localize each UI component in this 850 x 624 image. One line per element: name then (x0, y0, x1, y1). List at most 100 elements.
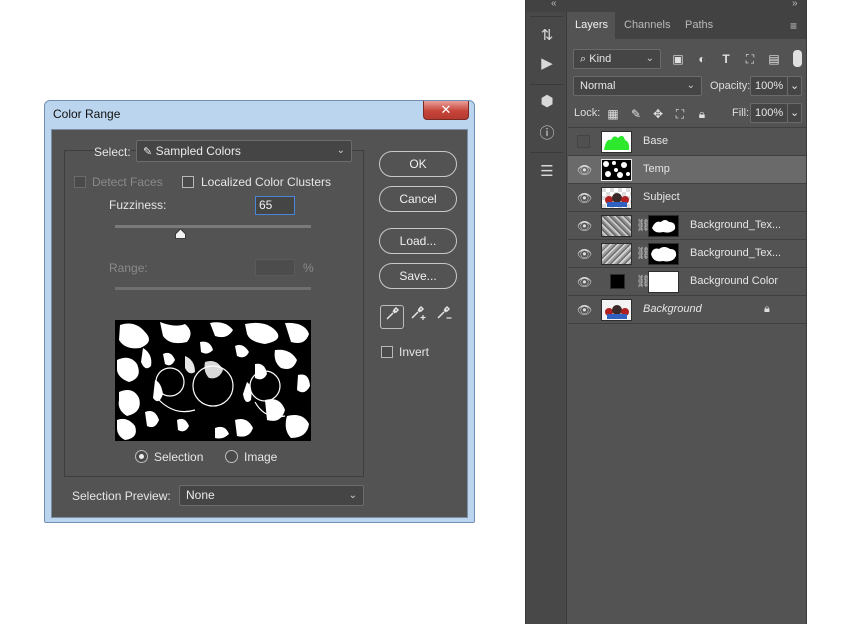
blend-mode-value: Normal (580, 80, 616, 92)
panel-tabs: Layers Channels Paths ≡ (568, 12, 806, 39)
fill-chevron-icon[interactable]: ⌄ (787, 103, 802, 123)
selection-preview-value: None (186, 488, 215, 502)
layers-panel: Layers Channels Paths ≡ ⌕ Kind ⌄ ▣ ◐ T ⛶… (568, 12, 806, 624)
layer-row[interactable]: 👁︎ ⛓︎ Background_Tex... (568, 240, 806, 268)
filter-shape-icon[interactable]: ⛶ (742, 51, 758, 67)
eye-icon[interactable]: 👁︎ (577, 303, 592, 317)
tab-layers[interactable]: Layers (568, 12, 616, 39)
visibility-toggle[interactable] (577, 135, 590, 148)
layer-name: Temp (643, 163, 670, 175)
layer-name: Base (643, 135, 669, 147)
layer-mask-thumbnail (648, 215, 679, 237)
collapse-right-icon[interactable]: » (792, 0, 798, 9)
range-slider-track[interactable] (115, 287, 311, 290)
lock-paint-icon[interactable]: ✎ (628, 106, 644, 122)
lock-icon: 🔒︎ (764, 303, 770, 315)
panel-dock-header: « » (526, 0, 806, 12)
eyedropper-minus-icon[interactable] (433, 305, 457, 329)
layer-name: Background_Tex... (690, 219, 782, 231)
detect-faces-checkbox[interactable] (74, 176, 86, 188)
layer-row[interactable]: 👁︎ Temp (568, 156, 806, 184)
layer-thumbnail (601, 215, 632, 237)
eye-icon[interactable]: 👁︎ (577, 247, 592, 261)
fuzziness-input[interactable]: 65 (255, 196, 295, 215)
chevron-down-icon: ⌄ (348, 490, 357, 501)
close-button[interactable]: ✕ (423, 101, 469, 120)
layer-mask-thumbnail (648, 243, 679, 265)
layer-name: Subject (643, 191, 680, 203)
selection-preview-label: Selection Preview: (72, 489, 171, 503)
history-icon[interactable]: ⇅ (534, 24, 560, 48)
chevron-down-icon: ⌄ (336, 145, 345, 156)
filter-type-icon[interactable]: T (718, 51, 734, 67)
selection-preview-image (115, 320, 311, 441)
eye-icon[interactable]: 👁︎ (577, 191, 592, 205)
fuzziness-slider-thumb[interactable] (174, 228, 186, 242)
localized-clusters-checkbox[interactable] (182, 176, 194, 188)
collapse-left-icon[interactable]: « (551, 0, 557, 9)
selection-preview-dropdown[interactable]: None ⌄ (179, 485, 364, 506)
eye-icon[interactable]: 👁︎ (577, 163, 592, 177)
fuzziness-slider-track[interactable] (115, 225, 311, 228)
divider (530, 152, 563, 153)
3d-cube-icon[interactable]: ⬢ (534, 90, 560, 114)
eye-icon[interactable]: 👁︎ (577, 275, 592, 289)
dialog-title: Color Range (53, 107, 121, 121)
lock-transparent-icon[interactable]: ▦ (605, 106, 621, 122)
layer-name: Background Color (690, 275, 779, 287)
cancel-button[interactable]: Cancel (379, 186, 457, 212)
filter-smartobject-icon[interactable]: ▤ (766, 51, 782, 67)
select-dropdown[interactable]: ✎ Sampled Colors ⌄ (136, 140, 352, 162)
range-unit: % (303, 261, 314, 275)
layer-mask-thumbnail (648, 271, 679, 293)
grip (530, 16, 563, 17)
properties-icon[interactable]: ☰ (534, 160, 560, 184)
save-button[interactable]: Save... (379, 263, 457, 289)
layer-row[interactable]: 👁︎ Background 🔒︎ (568, 296, 806, 324)
panel-menu-icon[interactable]: ≡ (790, 19, 797, 33)
color-range-dialog: Color Range ✕ Select: ✎ Sampled Colors ⌄… (44, 100, 475, 523)
actions-play-icon[interactable]: ▶ (534, 52, 560, 76)
select-value: Sampled Colors (155, 144, 241, 158)
fill-input[interactable]: 100% (750, 103, 788, 123)
fuzziness-label: Fuzziness: (109, 198, 167, 212)
lock-artboard-icon[interactable]: ⛶ (672, 106, 688, 122)
layer-name: Background_Tex... (690, 247, 782, 259)
tab-paths[interactable]: Paths (678, 12, 720, 39)
layer-row[interactable]: 👁︎ ⛓︎ Background Color (568, 268, 806, 296)
invert-checkbox[interactable] (381, 346, 393, 358)
photoshop-panel-area: « » ⇅ ▶ ⬢ ⓘ ☰ Layers Channels Paths ≡ ⌕ … (525, 0, 807, 624)
layer-row[interactable]: 👁︎ ⛓︎ Background_Tex... (568, 212, 806, 240)
layer-row[interactable]: Base (568, 128, 806, 156)
chevron-down-icon: ⌄ (686, 80, 695, 91)
layer-thumbnail (601, 243, 632, 265)
range-input[interactable] (255, 259, 295, 276)
eyedropper-plus-icon[interactable] (407, 305, 431, 329)
filter-kind-value: Kind (589, 53, 612, 65)
filter-kind-dropdown[interactable]: ⌕ Kind ⌄ (573, 49, 661, 69)
opacity-input[interactable]: 100% (750, 76, 788, 96)
detect-faces-label: Detect Faces (92, 175, 163, 189)
dialog-body: Select: ✎ Sampled Colors ⌄ Detect Faces … (51, 129, 468, 518)
layer-thumbnail (601, 159, 632, 181)
ok-button[interactable]: OK (379, 151, 457, 177)
filter-pixel-icon[interactable]: ▣ (670, 51, 686, 67)
load-button[interactable]: Load... (379, 228, 457, 254)
lock-position-icon[interactable]: ✥ (650, 106, 666, 122)
lock-all-icon[interactable]: 🔒︎ (694, 106, 710, 122)
filter-adjustment-icon[interactable]: ◐ (694, 51, 710, 67)
fill-label: Fill: (732, 107, 750, 119)
radio-image[interactable] (225, 450, 238, 463)
info-icon[interactable]: ⓘ (534, 122, 560, 146)
eye-icon[interactable]: 👁︎ (577, 219, 592, 233)
opacity-chevron-icon[interactable]: ⌄ (787, 76, 802, 96)
panel-icon-strip: ⇅ ▶ ⬢ ⓘ ☰ (526, 12, 567, 624)
layer-name: Background (643, 303, 702, 315)
blend-mode-dropdown[interactable]: Normal ⌄ (573, 76, 702, 96)
filter-toggle[interactable] (793, 50, 802, 67)
eyedropper-small-icon: ✎ (143, 146, 153, 158)
eyedropper-icon[interactable] (380, 305, 404, 329)
radio-selection[interactable] (135, 450, 148, 463)
layer-row[interactable]: 👁︎ Subject (568, 184, 806, 212)
tab-channels[interactable]: Channels (617, 12, 677, 39)
